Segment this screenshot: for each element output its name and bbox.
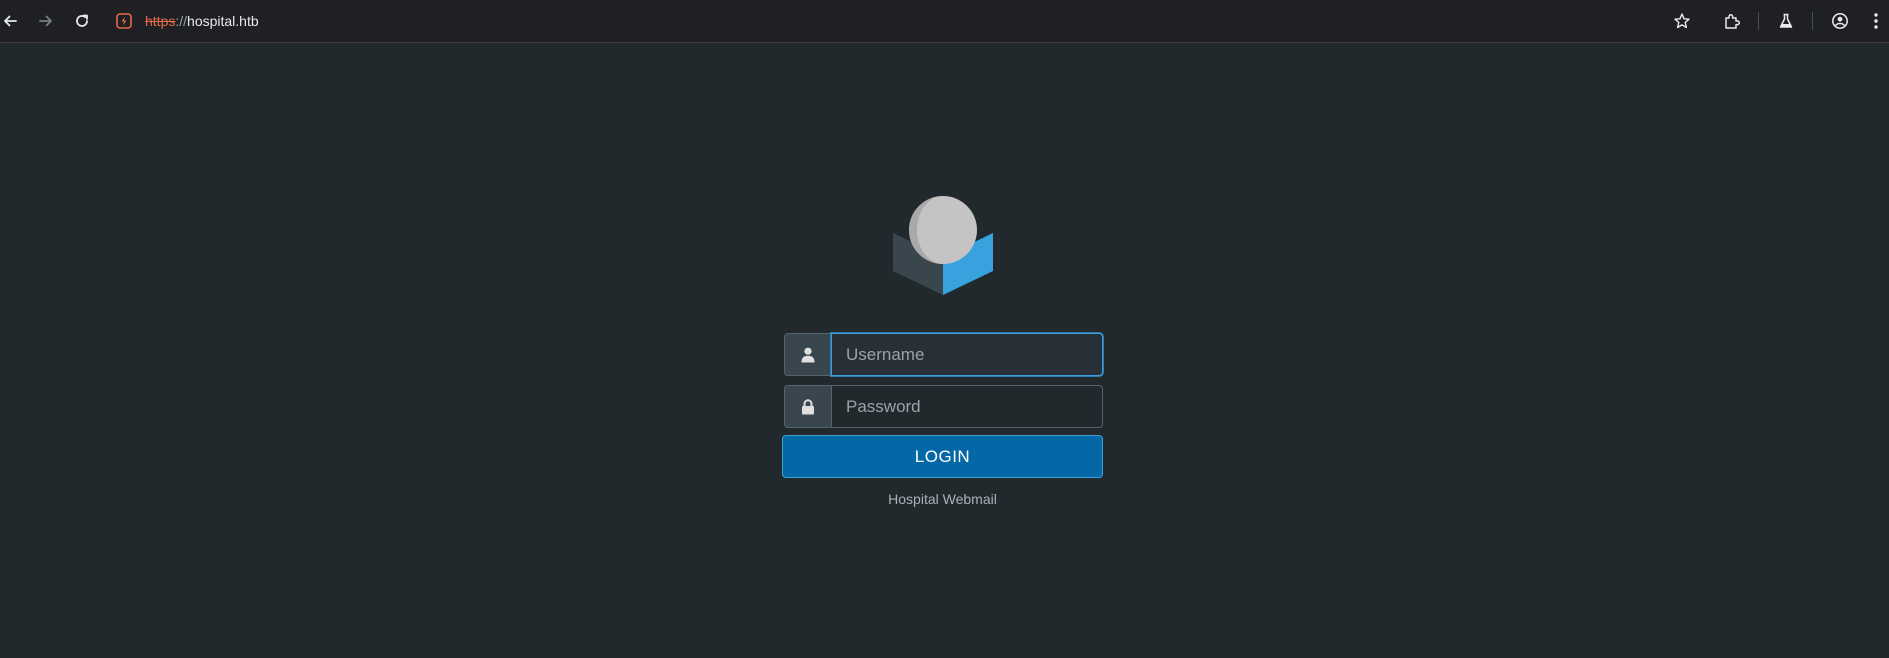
url-separator: :// — [175, 13, 188, 29]
url-scheme: https — [145, 13, 176, 29]
browser-toolbar: https://hospital.htb — [0, 0, 1889, 43]
kebab-menu-icon — [1874, 13, 1878, 29]
toolbar-divider — [1758, 12, 1759, 30]
back-button[interactable] — [0, 8, 23, 34]
username-addon — [784, 333, 831, 376]
url-host: hospital.htb — [187, 13, 259, 29]
browser-menu-button[interactable] — [1865, 8, 1887, 34]
toolbar-divider — [1812, 12, 1813, 30]
password-row — [784, 385, 1103, 428]
site-info-button[interactable] — [111, 8, 137, 34]
arrow-left-icon — [4, 15, 17, 27]
reload-icon — [76, 14, 88, 27]
product-name: Hospital Webmail — [888, 491, 997, 507]
account-icon — [1832, 13, 1848, 29]
username-row — [784, 333, 1103, 376]
puzzle-icon — [1725, 13, 1741, 29]
insecure-site-icon — [116, 13, 132, 29]
reload-button[interactable] — [69, 8, 95, 34]
password-addon — [784, 385, 831, 428]
password-input[interactable] — [831, 385, 1103, 428]
lock-icon — [802, 398, 814, 414]
login-button[interactable]: LOGIN — [782, 435, 1103, 478]
user-icon — [801, 347, 815, 362]
profile-button[interactable] — [1827, 8, 1853, 34]
arrow-right-icon — [39, 15, 52, 27]
labs-button[interactable] — [1773, 8, 1799, 34]
forward-button[interactable] — [33, 8, 59, 34]
bookmark-button[interactable] — [1669, 8, 1695, 34]
roundcube-logo — [893, 196, 993, 295]
extensions-button[interactable] — [1719, 8, 1745, 34]
star-icon — [1674, 13, 1690, 29]
flask-icon — [1779, 13, 1793, 28]
username-input[interactable] — [831, 333, 1103, 376]
address-bar[interactable]: https://hospital.htb — [145, 11, 259, 31]
